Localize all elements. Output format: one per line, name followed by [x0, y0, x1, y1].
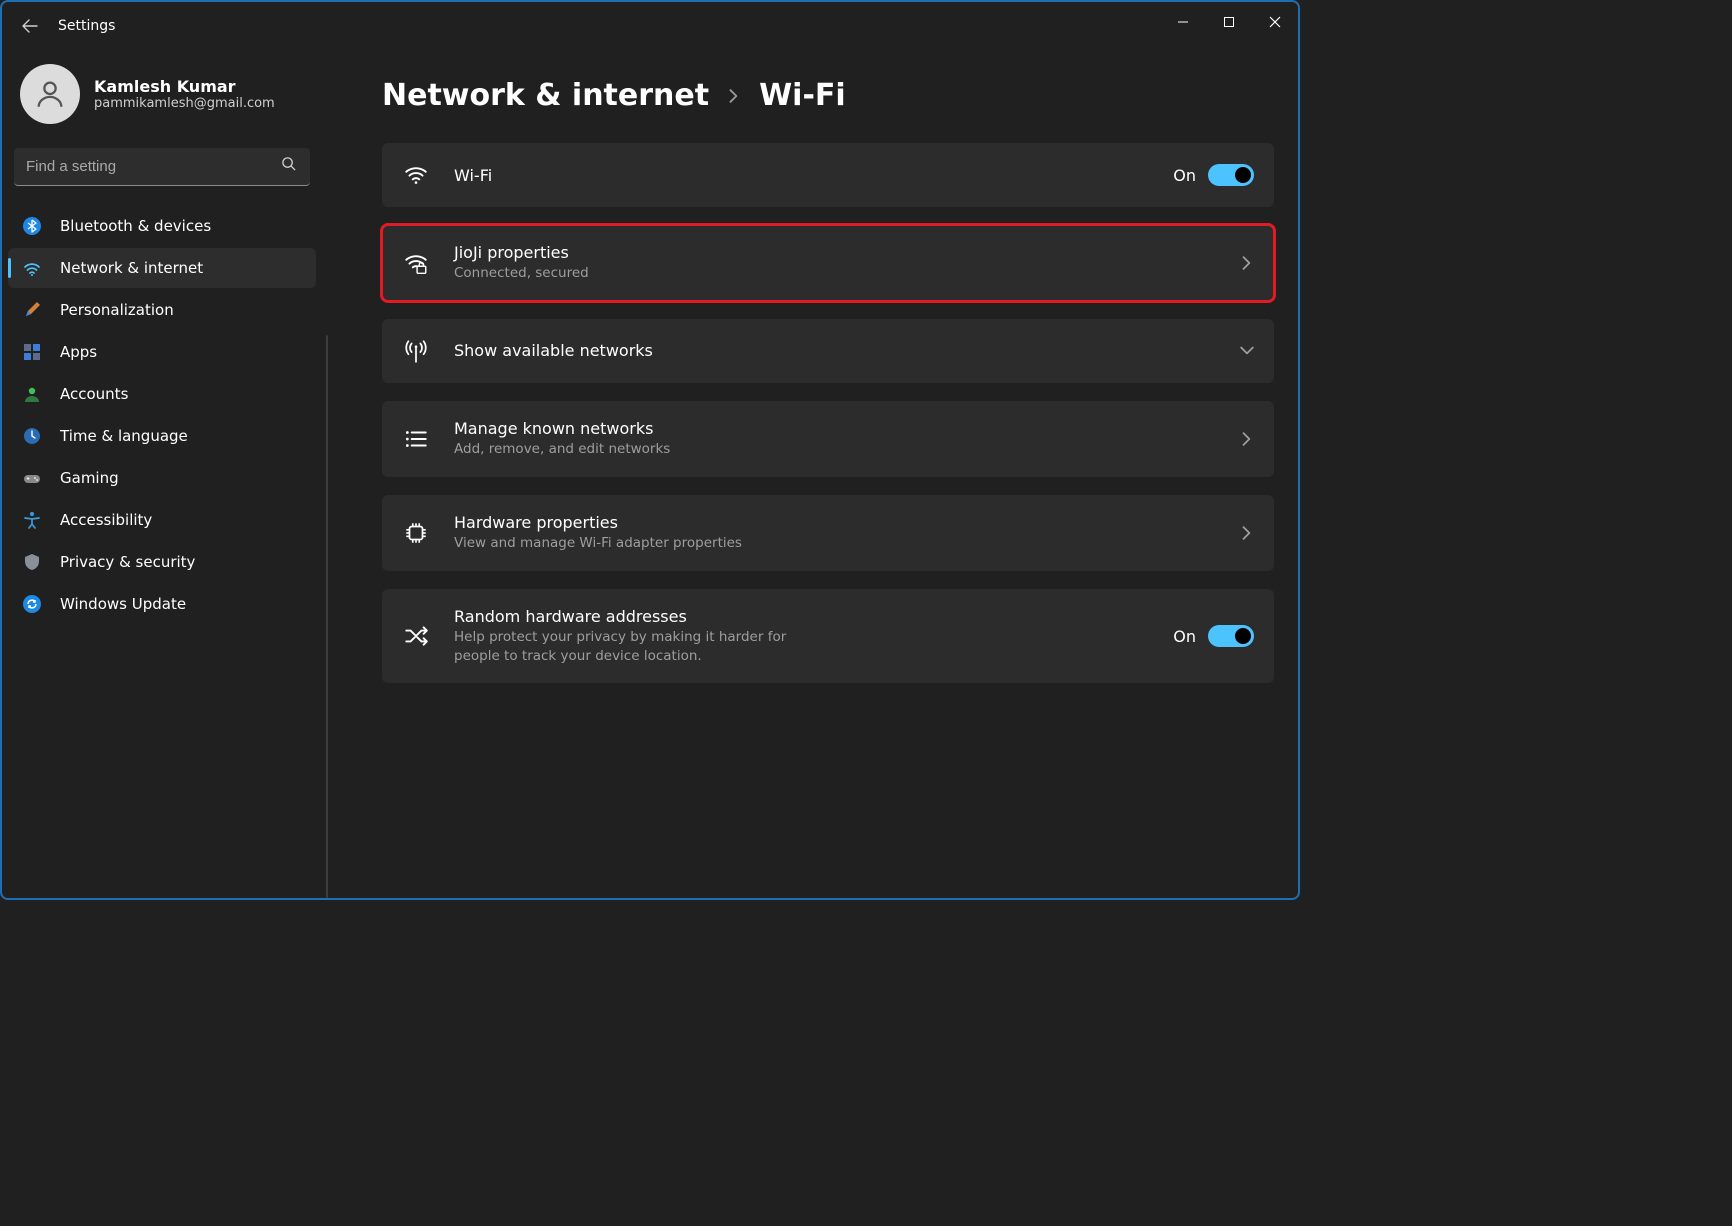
sidebar-item-label: Gaming — [60, 469, 119, 487]
person-icon — [33, 77, 67, 111]
main-panel: Network & internet Wi-Fi Wi-Fi — [322, 50, 1298, 898]
settings-window: Settings Kamlesh Kumar pammikamlesh@gmai… — [0, 0, 1300, 900]
profile-email: pammikamlesh@gmail.com — [94, 96, 275, 111]
search-input[interactable] — [14, 148, 310, 186]
window-title: Settings — [58, 18, 115, 34]
chevron-right-icon — [727, 89, 741, 103]
antenna-icon — [402, 337, 430, 365]
toggle-state-label: On — [1173, 627, 1196, 646]
sidebar-item-label: Time & language — [60, 427, 188, 445]
sidebar-item-label: Accessibility — [60, 511, 152, 529]
breadcrumb-current: Wi-Fi — [759, 78, 846, 113]
available-networks-card[interactable]: Show available networks — [382, 319, 1274, 383]
close-icon — [1269, 16, 1281, 28]
search-wrap — [8, 148, 316, 206]
sidebar-nav: Bluetooth & devices Network & internet P… — [8, 206, 316, 624]
card-right: On — [1173, 625, 1254, 647]
sidebar-item-label: Windows Update — [60, 595, 186, 613]
maximize-button[interactable] — [1206, 2, 1252, 42]
wifi-icon — [402, 161, 430, 189]
card-subtitle: View and manage Wi-Fi adapter properties — [454, 534, 1216, 553]
window-controls — [1160, 2, 1298, 42]
card-text: Wi-Fi — [454, 166, 1149, 185]
bluetooth-icon — [22, 216, 42, 236]
sidebar: Kamlesh Kumar pammikamlesh@gmail.com Blu… — [2, 50, 322, 898]
arrow-left-icon — [22, 18, 38, 34]
sidebar-item-accessibility[interactable]: Accessibility — [8, 500, 316, 540]
sidebar-item-windows-update[interactable]: Windows Update — [8, 584, 316, 624]
avatar — [20, 64, 80, 124]
breadcrumb: Network & internet Wi-Fi — [382, 78, 1274, 113]
card-subtitle: Connected, secured — [454, 264, 1216, 283]
profile-name: Kamlesh Kumar — [94, 77, 275, 96]
sidebar-scroll-indicator — [326, 335, 328, 898]
chevron-right-icon — [1240, 526, 1254, 540]
known-networks-card[interactable]: Manage known networks Add, remove, and e… — [382, 401, 1274, 477]
breadcrumb-parent[interactable]: Network & internet — [382, 78, 709, 113]
sidebar-item-label: Accounts — [60, 385, 128, 403]
minimize-icon — [1177, 16, 1189, 28]
wifi-toggle[interactable] — [1208, 164, 1254, 186]
card-title: Hardware properties — [454, 513, 1216, 532]
sidebar-item-bluetooth[interactable]: Bluetooth & devices — [8, 206, 316, 246]
card-title: Wi-Fi — [454, 166, 1149, 185]
toggle-state-label: On — [1173, 166, 1196, 185]
sidebar-item-time-language[interactable]: Time & language — [8, 416, 316, 456]
paintbrush-icon — [22, 300, 42, 320]
card-title: Manage known networks — [454, 419, 1216, 438]
sidebar-item-label: Apps — [60, 343, 97, 361]
card-right: On — [1173, 164, 1254, 186]
random-mac-toggle[interactable] — [1208, 625, 1254, 647]
card-text: Manage known networks Add, remove, and e… — [454, 419, 1216, 459]
sidebar-item-network[interactable]: Network & internet — [8, 248, 316, 288]
gamepad-icon — [22, 468, 42, 488]
sidebar-item-accounts[interactable]: Accounts — [8, 374, 316, 414]
sidebar-item-label: Network & internet — [60, 259, 203, 277]
profile-text: Kamlesh Kumar pammikamlesh@gmail.com — [94, 77, 275, 111]
refresh-icon — [22, 594, 42, 614]
card-text: Random hardware addresses Help protect y… — [454, 607, 794, 666]
chip-icon — [402, 519, 430, 547]
card-title: Show available networks — [454, 341, 1216, 360]
card-text: Hardware properties View and manage Wi-F… — [454, 513, 1216, 553]
profile-block[interactable]: Kamlesh Kumar pammikamlesh@gmail.com — [8, 50, 316, 148]
list-icon — [402, 425, 430, 453]
chevron-right-icon — [1240, 432, 1254, 446]
sidebar-item-apps[interactable]: Apps — [8, 332, 316, 372]
card-subtitle: Add, remove, and edit networks — [454, 440, 1216, 459]
wifi-properties-card[interactable]: JioJi properties Connected, secured — [382, 225, 1274, 301]
wifi-secured-icon — [402, 249, 430, 277]
card-text: Show available networks — [454, 341, 1216, 360]
sidebar-item-label: Bluetooth & devices — [60, 217, 211, 235]
content-area: Kamlesh Kumar pammikamlesh@gmail.com Blu… — [2, 50, 1298, 898]
sidebar-item-gaming[interactable]: Gaming — [8, 458, 316, 498]
sidebar-item-label: Personalization — [60, 301, 174, 319]
minimize-button[interactable] — [1160, 2, 1206, 42]
clock-globe-icon — [22, 426, 42, 446]
card-subtitle: Help protect your privacy by making it h… — [454, 628, 794, 666]
account-icon — [22, 384, 42, 404]
card-title: JioJi properties — [454, 243, 1216, 262]
settings-cards: Wi-Fi On JioJi properti — [382, 143, 1274, 697]
chevron-right-icon — [1240, 256, 1254, 270]
chevron-down-icon — [1240, 344, 1254, 358]
random-hw-addresses-card[interactable]: Random hardware addresses Help protect y… — [382, 589, 1274, 684]
sidebar-item-privacy[interactable]: Privacy & security — [8, 542, 316, 582]
shuffle-icon — [402, 622, 430, 650]
apps-icon — [22, 342, 42, 362]
back-button[interactable] — [10, 6, 50, 46]
accessibility-icon — [22, 510, 42, 530]
shield-icon — [22, 552, 42, 572]
card-text: JioJi properties Connected, secured — [454, 243, 1216, 283]
maximize-icon — [1223, 16, 1235, 28]
titlebar: Settings — [2, 2, 1298, 50]
sidebar-item-personalization[interactable]: Personalization — [8, 290, 316, 330]
wifi-toggle-card[interactable]: Wi-Fi On — [382, 143, 1274, 207]
close-button[interactable] — [1252, 2, 1298, 42]
wifi-icon — [22, 258, 42, 278]
sidebar-item-label: Privacy & security — [60, 553, 195, 571]
card-title: Random hardware addresses — [454, 607, 794, 626]
hardware-properties-card[interactable]: Hardware properties View and manage Wi-F… — [382, 495, 1274, 571]
